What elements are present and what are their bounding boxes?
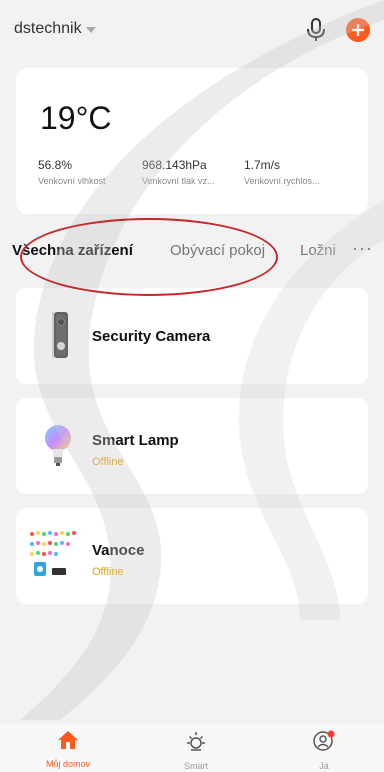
doorbell-camera-icon	[36, 310, 84, 362]
device-card-vanoce[interactable]: Vanoce Offline	[16, 508, 368, 604]
wind-stat: 1.7m/s Venkovní rychlos...	[244, 158, 336, 186]
tab-living-room[interactable]: Obývací pokoj	[170, 242, 265, 259]
nav-me[interactable]: Já	[294, 730, 354, 771]
nav-smart[interactable]: Smart	[166, 730, 226, 771]
nav-label: Smart	[183, 761, 208, 771]
device-name: Security Camera	[92, 328, 211, 345]
home-icon	[58, 731, 78, 749]
nav-my-home[interactable]: Můj domov	[38, 730, 98, 769]
add-device-button[interactable]	[346, 18, 370, 42]
pressure-stat: 968.143hPa Venkovní tlak vz...	[142, 158, 234, 186]
stat-value: 968.143hPa	[142, 158, 207, 172]
temperature: 19°C	[40, 100, 112, 136]
stat-value: 56.8%	[38, 158, 73, 172]
chevron-down-icon	[85, 27, 96, 33]
tab-all-devices[interactable]: Všechna zařízení	[12, 242, 133, 259]
device-name: Smart Lamp	[92, 432, 179, 449]
weather-card[interactable]: 19°C 56.8% Venkovní vlhkost 968.143hPa V…	[16, 68, 368, 214]
bulb-icon	[36, 420, 84, 472]
bottom-navigation: Můj domov Smart Já	[0, 724, 384, 772]
device-card-security-camera[interactable]: Security Camera	[16, 288, 368, 384]
room-tabs: Všechna zařízení Obývací pokoj Ložni ···	[0, 236, 384, 266]
device-status: Offline	[92, 456, 124, 468]
nav-label: Já	[319, 761, 329, 771]
string-lights-icon	[28, 528, 88, 580]
home-selector[interactable]: dstechnik	[14, 20, 96, 38]
stat-value: 1.7m/s	[244, 158, 281, 172]
device-card-smart-lamp[interactable]: Smart Lamp Offline	[16, 398, 368, 494]
tab-bedroom[interactable]: Ložni	[300, 242, 346, 259]
stat-label: Venkovní vlhkost	[38, 176, 106, 186]
device-name: Vanoce	[92, 542, 145, 559]
sun-icon	[187, 732, 205, 751]
stat-label: Venkovní tlak vz...	[142, 176, 215, 186]
plus-icon	[352, 24, 364, 36]
user-icon	[313, 730, 335, 751]
nav-label: Můj domov	[45, 759, 90, 769]
microphone-icon[interactable]	[304, 16, 328, 44]
home-name: dstechnik	[14, 20, 82, 37]
more-tabs-button[interactable]: ···	[352, 238, 373, 259]
humidity-stat: 56.8% Venkovní vlhkost	[38, 158, 130, 186]
top-header: dstechnik	[0, 0, 384, 56]
device-status: Offline	[92, 566, 124, 578]
stat-label: Venkovní rychlos...	[244, 176, 320, 186]
